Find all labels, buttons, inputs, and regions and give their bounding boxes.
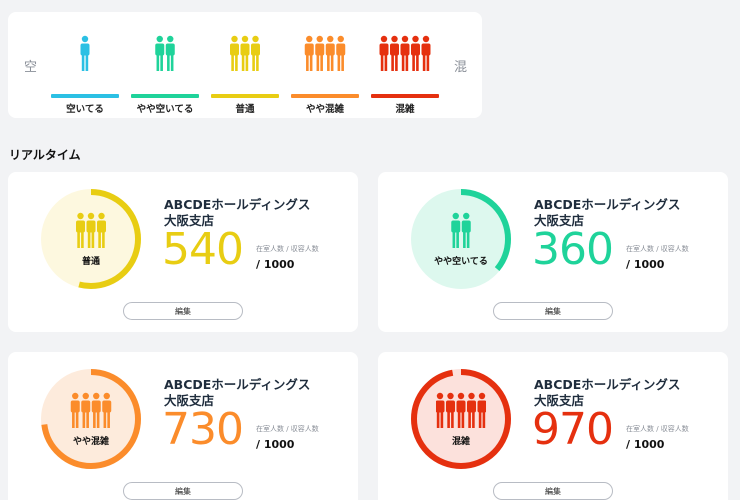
level-label: 空いてる — [66, 104, 104, 115]
level-bar — [291, 94, 359, 98]
unit-label: 在室人数 / 収容人数 — [256, 245, 319, 253]
company-name: ABCDEホールディングス — [534, 377, 681, 392]
store-card: やや空いてる ABCDEホールディングス 大阪支店 360 在室人数 / 収容人… — [378, 172, 728, 332]
level-bar — [51, 94, 119, 98]
company-name: ABCDEホールディングス — [534, 197, 681, 212]
unit-label: 在室人数 / 収容人数 — [626, 425, 689, 433]
legend-level-somewhat-empty: やや空いてる — [131, 32, 199, 115]
level-label: 普通 — [235, 104, 255, 115]
person-icon — [211, 35, 279, 71]
level-label: 混雑 — [395, 104, 415, 115]
company-name: ABCDEホールディングス — [164, 197, 311, 212]
edit-button[interactable]: 編集 — [493, 302, 613, 320]
unit-label: 在室人数 / 収容人数 — [256, 425, 319, 433]
unit-label: 在室人数 / 収容人数 — [626, 245, 689, 253]
section-title: リアルタイム — [9, 148, 81, 162]
occupancy-count: 970 — [532, 404, 614, 455]
level-label: 普通 — [81, 257, 100, 267]
person-icon — [291, 35, 359, 71]
legend-level-somewhat-crowded: やや混雑 — [291, 32, 359, 115]
edit-button[interactable]: 編集 — [123, 482, 243, 500]
person-icon — [436, 212, 486, 248]
person-icon — [51, 35, 119, 71]
legend-crowded-label: 混 — [454, 60, 468, 75]
edit-button[interactable]: 編集 — [123, 302, 243, 320]
level-label: 混雑 — [451, 437, 470, 447]
person-icon — [66, 392, 116, 428]
legend-empty-label: 空 — [24, 60, 38, 75]
edit-button[interactable]: 編集 — [493, 482, 613, 500]
occupancy-ring: 普通 — [38, 186, 144, 292]
level-label: やや空いてる — [434, 257, 488, 267]
legend-level-normal: 普通 — [211, 32, 279, 115]
capacity-value: / 1000 — [626, 438, 665, 451]
company-name: ABCDEホールディングス — [164, 377, 311, 392]
legend-level-crowded: 混雑 — [371, 32, 439, 115]
store-card: 普通 ABCDEホールディングス 大阪支店 540 在室人数 / 収容人数 / … — [8, 172, 358, 332]
person-icon — [371, 35, 439, 71]
occupancy-ring: 混雑 — [408, 366, 514, 472]
occupancy-ring: やや空いてる — [408, 186, 514, 292]
store-card: 混雑 ABCDEホールディングス 大阪支店 970 在室人数 / 収容人数 / … — [378, 352, 728, 500]
capacity-value: / 1000 — [256, 258, 295, 271]
capacity-value: / 1000 — [256, 438, 295, 451]
level-bar — [371, 94, 439, 98]
occupancy-count: 540 — [162, 224, 244, 275]
level-label: やや混雑 — [305, 104, 344, 115]
store-card: やや混雑 ABCDEホールディングス 大阪支店 730 在室人数 / 収容人数 … — [8, 352, 358, 500]
level-label: やや空いてる — [136, 104, 194, 115]
crowd-legend: 空 空いてる やや空いてる 普通 やや混雑 混雑 混 — [8, 12, 482, 118]
occupancy-ring: やや混雑 — [38, 366, 144, 472]
person-icon — [131, 35, 199, 71]
person-icon — [66, 212, 116, 248]
level-bar — [211, 94, 279, 98]
occupancy-count: 730 — [162, 404, 244, 455]
capacity-value: / 1000 — [626, 258, 665, 271]
person-icon — [436, 392, 486, 428]
level-bar — [131, 94, 199, 98]
legend-level-empty: 空いてる — [51, 32, 119, 115]
occupancy-count: 360 — [532, 224, 614, 275]
level-label: やや混雑 — [72, 437, 109, 447]
